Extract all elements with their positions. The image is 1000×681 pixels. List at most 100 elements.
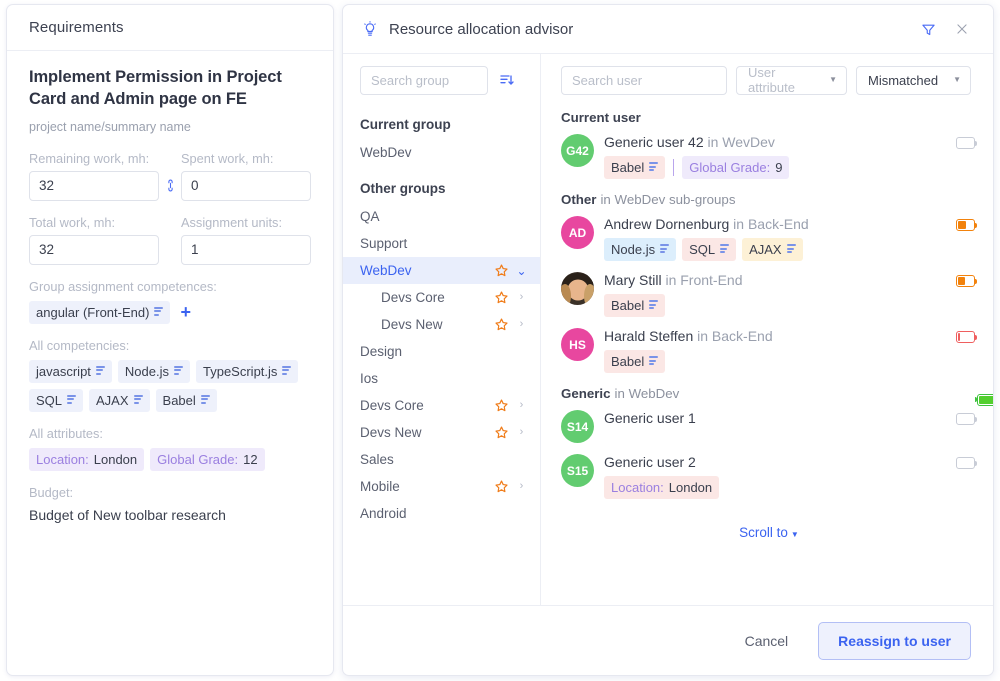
- group-item-support[interactable]: Support›: [343, 230, 540, 257]
- chevron-down-icon[interactable]: ⌄: [515, 265, 528, 277]
- group-item-label: Devs Core: [360, 398, 424, 413]
- user-attribute-select[interactable]: User attribute ▼: [736, 65, 847, 95]
- competency-chip[interactable]: Node.js: [604, 238, 677, 261]
- level-bars-icon: [200, 394, 210, 406]
- group-item-design[interactable]: Design›: [343, 338, 540, 365]
- group-item-webdev[interactable]: WebDev›: [343, 139, 540, 166]
- group-item-devs-core[interactable]: Devs Core ›: [343, 392, 540, 419]
- attribute-chip[interactable]: Global Grade: 9: [682, 156, 790, 179]
- match-filter-select[interactable]: Mismatched ▼: [856, 65, 971, 95]
- avatar: HS: [561, 328, 594, 361]
- competency-chip-label: Babel: [611, 354, 645, 369]
- competency-chip[interactable]: AJAX: [89, 388, 150, 412]
- total-work-input[interactable]: [29, 234, 159, 265]
- level-bars-icon: [720, 244, 730, 255]
- user-name: Mary Still in Front-End: [604, 272, 956, 289]
- competency-chip[interactable]: angular (Front-End): [29, 300, 171, 324]
- competency-chip[interactable]: AJAX: [742, 238, 803, 261]
- chevron-down-icon: ▼: [953, 75, 961, 84]
- search-group-input[interactable]: [360, 65, 488, 95]
- competency-chip[interactable]: TypeScript.js: [196, 359, 299, 383]
- group-item-qa[interactable]: QA›: [343, 203, 540, 230]
- section-generic-users: Generic in WebDev: [561, 382, 993, 408]
- sort-descending-icon[interactable]: [496, 68, 518, 92]
- user-row[interactable]: HS Harald Steffen in Back-End Babel: [561, 326, 977, 382]
- dialog-footer: Cancel Reassign to user: [343, 605, 993, 675]
- user-group-text: in WevDev: [703, 134, 775, 150]
- level-bars-icon: [95, 365, 105, 377]
- star-icon[interactable]: [494, 290, 509, 305]
- star-icon[interactable]: [494, 425, 509, 440]
- star-icon[interactable]: [494, 317, 509, 332]
- close-icon[interactable]: [948, 15, 976, 43]
- requirements-body: Implement Permission in Project Card and…: [7, 51, 333, 675]
- link-icon[interactable]: [159, 171, 181, 201]
- competency-chip[interactable]: SQL: [29, 388, 84, 412]
- group-item-webdev[interactable]: WebDev ⌄: [343, 257, 540, 284]
- chevron-down-icon: ▼: [829, 75, 837, 84]
- user-row[interactable]: Mary Still in Front-End Babel: [561, 270, 977, 326]
- competency-chip[interactable]: Babel: [604, 156, 666, 179]
- competency-chip[interactable]: Node.js: [117, 359, 190, 383]
- user-details: Mary Still in Front-End Babel: [604, 272, 956, 317]
- chevron-right-icon[interactable]: ›: [515, 400, 528, 411]
- group-item-mobile[interactable]: Mobile ›: [343, 473, 540, 500]
- battery-indicator: [956, 137, 977, 149]
- star-icon[interactable]: [494, 398, 509, 413]
- user-details: Harald Steffen in Back-End Babel: [604, 328, 956, 373]
- group-assignment-label: Group assignment competences:: [29, 278, 217, 294]
- competency-chip[interactable]: javascript: [29, 359, 112, 383]
- remaining-work-input[interactable]: [29, 170, 159, 201]
- competency-chip[interactable]: Babel: [604, 350, 666, 373]
- group-item-android[interactable]: Android›: [343, 500, 540, 527]
- star-icon[interactable]: [494, 479, 509, 494]
- assignment-units-input[interactable]: [181, 234, 311, 265]
- user-row[interactable]: AD Andrew Dornenburg in Back-End Node.js SQ…: [561, 214, 977, 270]
- user-name: Generic user 1: [604, 410, 956, 427]
- group-item-devs-new[interactable]: Devs New ›: [343, 311, 540, 338]
- competency-chip-label: Babel: [162, 392, 196, 408]
- user-row[interactable]: S15 Generic user 2 Location: London: [561, 452, 977, 508]
- remaining-work-field: Remaining work, mh:: [29, 151, 159, 201]
- tag-divider: [673, 159, 675, 176]
- chevron-right-icon[interactable]: ›: [515, 481, 528, 492]
- add-competence-button[interactable]: +: [176, 303, 195, 321]
- all-attributes-label: All attributes:: [29, 425, 103, 441]
- user-toolbar: User attribute ▼ Mismatched ▼: [541, 54, 993, 106]
- group-item-devs-core[interactable]: Devs Core ›: [343, 284, 540, 311]
- group-item-devs-new[interactable]: Devs New ›: [343, 419, 540, 446]
- group-item-ios[interactable]: Ios›: [343, 365, 540, 392]
- group-section-current: Current group: [360, 117, 451, 132]
- reassign-to-user-button[interactable]: Reassign to user: [818, 621, 971, 660]
- star-icon[interactable]: [494, 263, 509, 278]
- filter-icon[interactable]: [914, 15, 942, 43]
- search-user-input[interactable]: [561, 65, 727, 95]
- competency-chip[interactable]: SQL: [682, 238, 737, 261]
- user-name: Generic user 2: [604, 454, 956, 471]
- level-bars-icon: [154, 306, 164, 318]
- user-row[interactable]: S14 Generic user 1: [561, 408, 977, 452]
- attribute-chip[interactable]: Location: London: [604, 476, 720, 499]
- attribute-chip[interactable]: Location: London: [29, 447, 145, 471]
- chevron-right-icon[interactable]: ›: [515, 292, 528, 303]
- work-fields-row-1: Remaining work, mh: Spent work, mh:: [29, 151, 311, 201]
- chevron-right-icon[interactable]: ›: [515, 319, 528, 330]
- user-tags: Babel: [604, 294, 956, 317]
- avatar: [561, 272, 594, 305]
- cancel-button[interactable]: Cancel: [733, 625, 801, 657]
- competency-chip[interactable]: Babel: [155, 388, 217, 412]
- level-bars-icon: [786, 244, 796, 255]
- group-item-sales[interactable]: Sales›: [343, 446, 540, 473]
- attribute-chip[interactable]: Global Grade: 12: [150, 447, 265, 471]
- spent-work-input[interactable]: [181, 170, 311, 201]
- user-row[interactable]: G42 Generic user 42 in WevDev Babel Global …: [561, 132, 977, 188]
- scroll-to-button[interactable]: Scroll to ▼: [561, 508, 977, 552]
- user-details: Generic user 42 in WevDev Babel Global Gra…: [604, 134, 956, 179]
- chevron-right-icon[interactable]: ›: [515, 427, 528, 438]
- user-tags: Node.js SQL AJAX: [604, 238, 956, 261]
- competency-chip[interactable]: Babel: [604, 294, 666, 317]
- section-other-normal: in WebDev sub-groups: [600, 192, 736, 207]
- user-column: User attribute ▼ Mismatched ▼ Current us…: [541, 54, 993, 605]
- section-current-user-label: Current user: [561, 110, 641, 125]
